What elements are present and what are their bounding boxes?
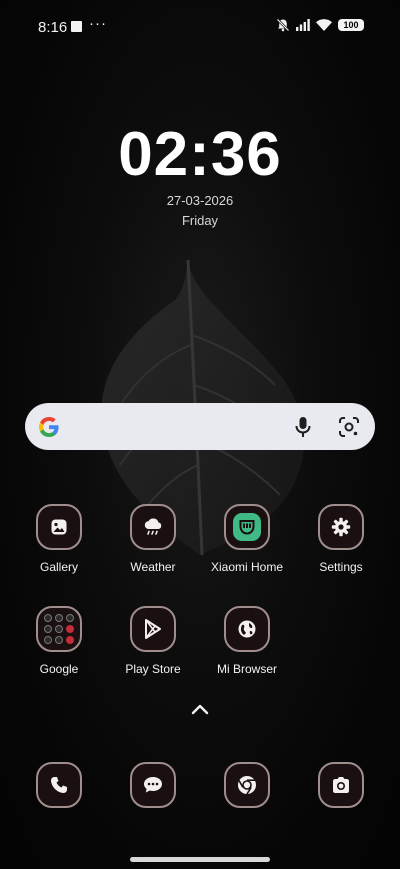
app-label: Settings xyxy=(319,560,363,574)
app-label: Xiaomi Home xyxy=(210,560,284,574)
clock-date: 27-03-2026 xyxy=(166,193,234,208)
google-search-bar[interactable] xyxy=(25,403,375,450)
dock-camera[interactable] xyxy=(298,762,384,808)
chevron-up-icon[interactable] xyxy=(191,703,209,715)
messages-icon xyxy=(130,762,176,808)
google-lens-icon[interactable] xyxy=(338,416,360,438)
notification-square-icon xyxy=(71,21,82,32)
app-xiaomi-home[interactable]: Xiaomi Home xyxy=(204,504,290,574)
more-notifications-icon: ··· xyxy=(89,15,107,32)
app-mi-browser[interactable]: Mi Browser xyxy=(204,606,290,676)
google-g-icon xyxy=(39,417,59,437)
app-settings[interactable]: Settings xyxy=(298,504,384,574)
xiaomi-home-icon xyxy=(224,504,270,550)
signal-icon xyxy=(296,19,310,31)
wifi-icon xyxy=(316,19,332,31)
chrome-icon xyxy=(224,762,270,808)
phone-icon xyxy=(36,762,82,808)
play-store-icon xyxy=(130,606,176,652)
app-weather[interactable]: Weather xyxy=(110,504,196,574)
dock-messages[interactable] xyxy=(110,762,196,808)
status-icons: 100 xyxy=(276,18,364,32)
status-bar: 8:16 ··· 100 xyxy=(0,0,400,54)
dock-chrome[interactable] xyxy=(204,762,290,808)
app-label: Weather xyxy=(130,560,176,574)
camera-icon xyxy=(318,762,364,808)
app-gallery[interactable]: Gallery xyxy=(16,504,102,574)
gear-icon xyxy=(318,504,364,550)
app-label: Play Store xyxy=(125,662,181,676)
app-folder-google[interactable]: Google xyxy=(16,606,102,676)
muted-bell-icon xyxy=(276,18,290,32)
app-label: Gallery xyxy=(39,560,78,574)
app-label: Google xyxy=(39,662,79,676)
microphone-icon[interactable] xyxy=(293,416,313,438)
google-folder-icon xyxy=(36,606,82,652)
app-label: Mi Browser xyxy=(216,662,277,676)
globe-icon xyxy=(224,606,270,652)
gallery-icon xyxy=(36,504,82,550)
weather-cloud-icon xyxy=(130,504,176,550)
home-screen: 8:16 ··· 100 02:36 27-03-2026 Friday Gal… xyxy=(0,0,400,869)
battery-indicator: 100 xyxy=(338,19,364,31)
app-play-store[interactable]: Play Store xyxy=(110,606,196,676)
home-gesture-bar[interactable] xyxy=(130,857,270,862)
dock-phone[interactable] xyxy=(16,762,102,808)
status-time: 8:16 xyxy=(38,19,68,36)
clock-weekday: Friday xyxy=(181,213,219,228)
clock-time[interactable]: 02:36 xyxy=(0,120,400,190)
